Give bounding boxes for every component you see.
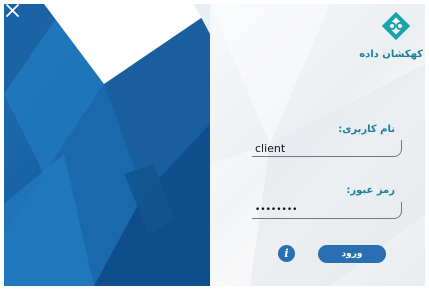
info-icon: i [284,247,289,260]
password-field[interactable] [252,202,402,219]
password-label: رمز عبور: [346,185,395,196]
decorative-panel [4,4,210,286]
brand-logo: کهکشان داده [359,8,423,60]
username-field[interactable] [252,140,402,157]
close-icon [6,4,19,17]
decorative-background [4,4,210,286]
logo-text: کهکشان داده [359,49,423,60]
form-panel: کهکشان داده نام کاربری: رمز عبور: i ورود [210,4,425,286]
login-button[interactable]: ورود [318,245,386,263]
logo-mark-icon [381,11,411,41]
login-window: کهکشان داده نام کاربری: رمز عبور: i ورود [4,4,425,286]
close-button[interactable] [6,4,24,22]
info-button[interactable]: i [278,245,295,262]
username-label: نام کاربری: [338,124,395,135]
